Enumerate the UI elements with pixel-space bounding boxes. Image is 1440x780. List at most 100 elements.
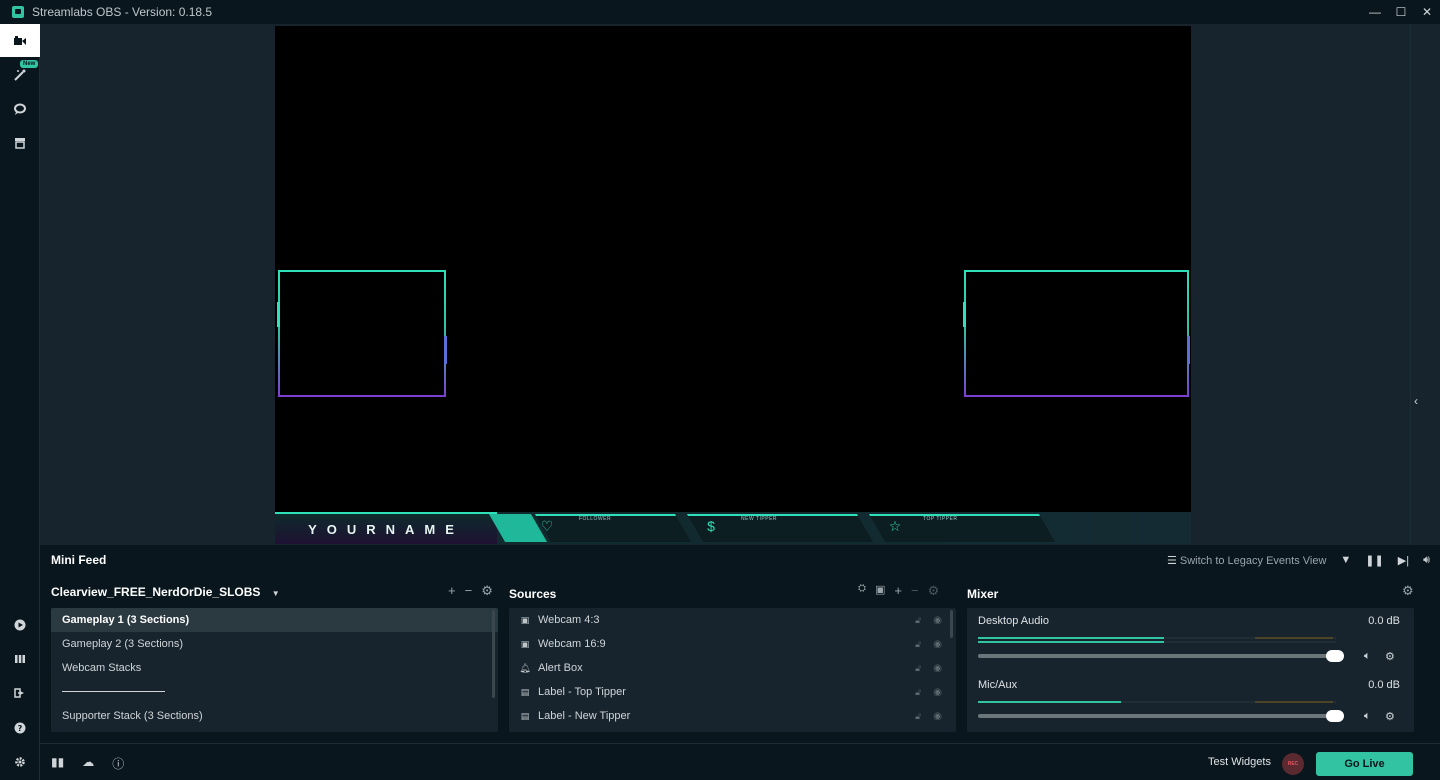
test-widgets-button[interactable]: Test Widgets bbox=[1208, 756, 1271, 768]
image-icon: ▣ bbox=[520, 614, 530, 625]
list-item[interactable]: Supporter Stack (3 Sections) bbox=[51, 704, 498, 728]
star-icon: ☆ bbox=[888, 517, 902, 534]
eye-icon[interactable]: ◉ bbox=[933, 663, 942, 674]
cloud-icon[interactable]: ☁ bbox=[82, 755, 94, 772]
minimize-button[interactable]: — bbox=[1362, 0, 1388, 24]
mixer-channel: Mic/Aux 0.0 dB 🔈︎ ⚙ bbox=[967, 672, 1414, 732]
skip-icon[interactable]: ▶| bbox=[1398, 554, 1409, 567]
channel-db: 0.0 dB bbox=[1368, 615, 1400, 627]
columns-icon bbox=[15, 654, 25, 663]
gear-icon bbox=[15, 756, 25, 767]
volume-meter-secondary bbox=[978, 641, 1336, 643]
nav-store[interactable] bbox=[0, 126, 40, 159]
source-settings-gear-icon[interactable]: ⚙ bbox=[928, 583, 940, 599]
channel-gear-icon[interactable]: ⚙ bbox=[1385, 710, 1395, 723]
frame-accent bbox=[277, 302, 280, 327]
legacy-events-label: Switch to Legacy Events View bbox=[1179, 554, 1327, 567]
store-icon bbox=[15, 137, 25, 149]
list-item[interactable]: Gameplay 1 (3 Sections) bbox=[51, 608, 498, 632]
scenes-scrollbar[interactable] bbox=[492, 610, 495, 698]
file-icon: ▤ bbox=[520, 710, 530, 721]
list-item[interactable]: ▣ Webcam 4:3 🔓︎ ◉ bbox=[509, 608, 956, 632]
volume-meter bbox=[978, 637, 1336, 639]
eye-icon[interactable]: ◉ bbox=[933, 711, 942, 722]
close-button[interactable]: ✕ bbox=[1414, 0, 1440, 24]
sources-scrollbar[interactable] bbox=[950, 610, 953, 638]
unlock-icon[interactable]: 🔓︎ bbox=[915, 711, 921, 722]
nav-help[interactable]: ? bbox=[0, 711, 40, 744]
unlock-icon[interactable]: 🔓︎ bbox=[915, 687, 921, 698]
list-item[interactable]: Webcam Stacks bbox=[51, 656, 498, 680]
add-source-group-icon[interactable]: ⛭ bbox=[858, 583, 866, 599]
mixer-channel: Desktop Audio 0.0 dB 🔈︎ ⚙ bbox=[967, 608, 1414, 672]
image-icon: ▣ bbox=[520, 638, 530, 649]
unlock-icon[interactable]: 🔓︎ bbox=[915, 639, 921, 650]
scene-settings-gear-icon[interactable]: ⚙ bbox=[481, 583, 493, 599]
new-tipper-label: NEW TIPPER bbox=[741, 516, 778, 522]
meter-warn-zone bbox=[1255, 701, 1333, 703]
add-source-button[interactable]: + bbox=[894, 583, 902, 599]
pause-icon[interactable]: ❚❚ bbox=[1365, 554, 1383, 567]
camera-icon bbox=[14, 35, 26, 45]
nav-media[interactable] bbox=[0, 608, 40, 641]
volume-slider[interactable] bbox=[978, 650, 1344, 662]
channel-gear-icon[interactable]: ⚙ bbox=[1385, 650, 1395, 663]
slider-knob[interactable] bbox=[1326, 650, 1344, 662]
slider-knob[interactable] bbox=[1326, 710, 1344, 722]
nav-logout[interactable] bbox=[0, 676, 40, 709]
nav-settings[interactable] bbox=[0, 745, 40, 778]
source-label: Webcam 16:9 bbox=[538, 638, 606, 650]
add-scene-button[interactable]: + bbox=[448, 583, 456, 599]
list-item[interactable]: ▤ Label - Top Tipper 🔓︎ ◉ bbox=[509, 680, 956, 704]
folder-icon[interactable]: ▣ bbox=[875, 583, 885, 599]
play-circle-icon bbox=[14, 619, 26, 630]
mini-feed-bar: Mini Feed ☰ Switch to Legacy Events View… bbox=[40, 545, 1440, 575]
mixer-settings-gear-icon[interactable]: ⚙ bbox=[1402, 583, 1414, 599]
go-live-button[interactable]: Go Live bbox=[1316, 752, 1413, 776]
bar-chart-icon[interactable]: ▮▮ bbox=[51, 755, 64, 772]
record-button[interactable]: REC bbox=[1282, 753, 1304, 775]
follower-label: FOLLOWER bbox=[579, 516, 612, 522]
stream-preview[interactable]: YOURNAME ♡ FOLLOWER $ NEW TIPPER ☆ TOP T… bbox=[275, 26, 1191, 544]
editor-area: YOURNAME ♡ FOLLOWER $ NEW TIPPER ☆ TOP T… bbox=[40, 24, 1425, 545]
nav-chatbot[interactable] bbox=[0, 92, 40, 125]
speaker-icon[interactable]: 🔈︎ bbox=[1364, 650, 1371, 663]
meter-fill bbox=[978, 641, 1165, 643]
source-label: Label - New Tipper bbox=[538, 710, 631, 722]
scene-separator[interactable] bbox=[62, 691, 165, 692]
maximize-button[interactable]: ☐ bbox=[1388, 0, 1414, 24]
scenes-list: Gameplay 1 (3 Sections) Gameplay 2 (3 Se… bbox=[51, 608, 498, 732]
remove-source-button[interactable]: − bbox=[911, 583, 919, 599]
filter-icon[interactable]: ▼ bbox=[1340, 554, 1351, 566]
eye-icon[interactable]: ◉ bbox=[933, 615, 942, 626]
heart-icon: ♡ bbox=[540, 517, 554, 534]
nav-studio-mode[interactable] bbox=[0, 642, 40, 675]
source-tools: ⛭ ▣ + − ⚙ bbox=[858, 583, 939, 599]
logout-icon bbox=[14, 687, 24, 698]
scene-collection-selector[interactable]: Clearview_FREE_NerdOrDie_SLOBS ▼ bbox=[51, 585, 280, 599]
channel-name: Desktop Audio bbox=[978, 615, 1049, 627]
name-plate: YOURNAME bbox=[275, 512, 497, 544]
volume-meter bbox=[978, 701, 1336, 703]
list-item[interactable]: ▤ Label - New Tipper 🔓︎ ◉ bbox=[509, 704, 956, 728]
volume-icon[interactable]: 🔊︎ bbox=[1423, 554, 1430, 567]
right-panel-toggle[interactable]: ‹ bbox=[1410, 24, 1425, 545]
title-bar: Streamlabs OBS - Version: 0.18.5 — ☐ ✕ bbox=[0, 0, 1440, 24]
source-label: Alert Box bbox=[538, 662, 583, 674]
bell-icon: 🔔︎ bbox=[519, 662, 531, 673]
legacy-events-link[interactable]: ☰ Switch to Legacy Events View bbox=[1167, 554, 1326, 567]
list-item[interactable]: 🔔︎ Alert Box 🔓︎ ◉ bbox=[509, 656, 956, 680]
list-item[interactable]: ▣ Webcam 16:9 🔓︎ ◉ bbox=[509, 632, 956, 656]
list-item[interactable]: Gameplay 2 (3 Sections) bbox=[51, 632, 498, 656]
eye-icon[interactable]: ◉ bbox=[933, 687, 942, 698]
info-icon[interactable]: ⓘ bbox=[112, 755, 124, 772]
unlock-icon[interactable]: 🔓︎ bbox=[915, 615, 921, 626]
speaker-icon[interactable]: 🔈︎ bbox=[1364, 710, 1371, 723]
unlock-icon[interactable]: 🔓︎ bbox=[915, 663, 921, 674]
nav-editor[interactable] bbox=[0, 24, 40, 57]
mini-feed-title: Mini Feed bbox=[51, 553, 107, 567]
eye-icon[interactable]: ◉ bbox=[933, 639, 942, 650]
volume-slider[interactable] bbox=[978, 710, 1344, 722]
remove-scene-button[interactable]: − bbox=[465, 583, 473, 599]
caret-down-icon: ▼ bbox=[271, 589, 280, 598]
